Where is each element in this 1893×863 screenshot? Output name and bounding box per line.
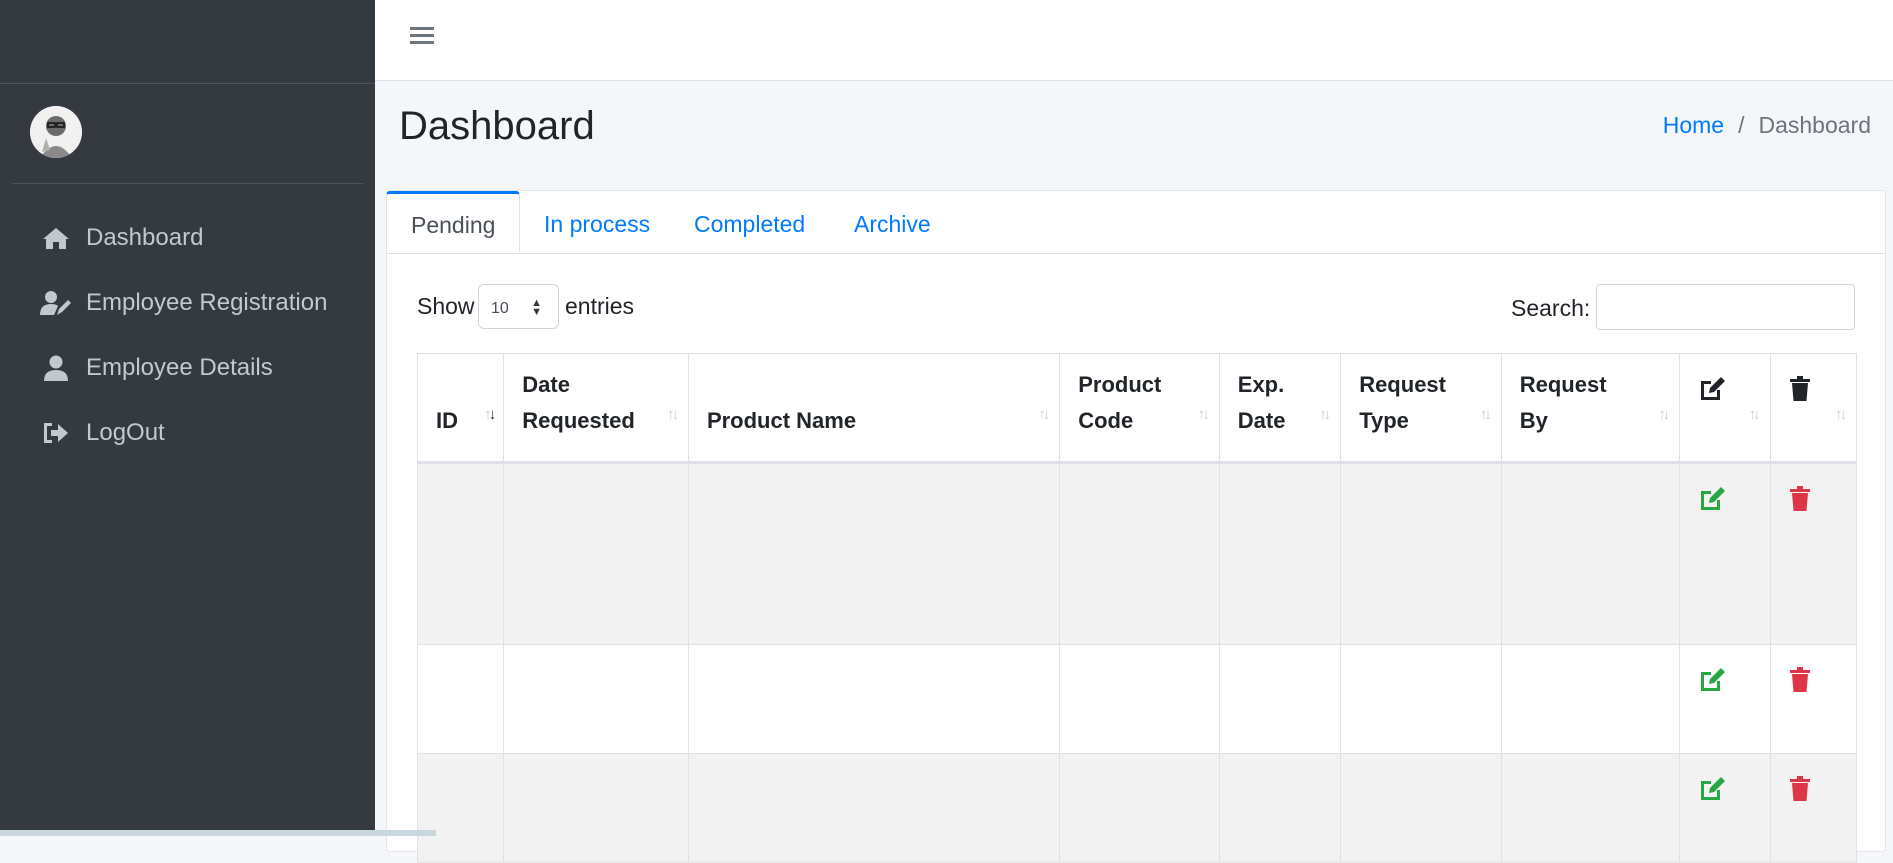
user-panel xyxy=(12,84,363,184)
cell-date-requested xyxy=(503,753,689,863)
cell-id xyxy=(416,753,505,863)
cell-edit xyxy=(1679,462,1771,645)
cell-date-requested xyxy=(503,462,689,645)
user-edit-icon xyxy=(40,289,72,317)
cell-id xyxy=(416,462,505,645)
edit-icon[interactable] xyxy=(1698,776,1726,804)
cell-request-by xyxy=(1500,753,1681,863)
sign-out-icon xyxy=(40,419,72,447)
sidebar-item-dashboard[interactable]: Dashboard xyxy=(0,205,375,270)
column-header-exp-date[interactable]: Exp. Date ↑↓ xyxy=(1218,353,1342,464)
breadcrumb-current: Dashboard xyxy=(1758,112,1871,138)
sidebar-item-label: LogOut xyxy=(86,418,165,446)
breadcrumb: Home / Dashboard xyxy=(1663,112,1871,139)
cell-edit xyxy=(1679,753,1771,863)
tab-completed[interactable]: Completed xyxy=(694,191,805,253)
sort-icon: ↑↓ xyxy=(1197,406,1210,423)
column-header-id[interactable]: ID ↑↓ xyxy=(416,353,505,464)
sidebar-item-label: Employee Details xyxy=(86,353,273,381)
search-input[interactable] xyxy=(1596,284,1855,330)
cell-product-name xyxy=(687,644,1061,754)
entries-select-value: 10 xyxy=(491,300,509,317)
tab-pending[interactable]: Pending xyxy=(386,191,521,252)
requests-table: ID ↑↓ Date Requested ↑↓ Product Name ↑↓ P… xyxy=(416,353,1858,863)
sidebar-item-label: Dashboard xyxy=(86,223,204,251)
cell-exp-date xyxy=(1218,644,1342,754)
select-arrows-icon: ▲ ▼ xyxy=(531,297,542,318)
sidebar: Dashboard Employee Registration Employee… xyxy=(0,0,375,836)
trash-icon[interactable] xyxy=(1789,486,1817,514)
sidebar-item-employee-details[interactable]: Employee Details xyxy=(0,335,375,400)
table-row xyxy=(416,644,1858,754)
cell-exp-date xyxy=(1218,462,1342,645)
cell-delete xyxy=(1769,462,1858,645)
cell-product-code xyxy=(1059,753,1220,863)
column-header-delete[interactable]: ↑↓ xyxy=(1769,353,1858,464)
cell-request-type xyxy=(1340,462,1502,645)
sidebar-nav: Dashboard Employee Registration Employee… xyxy=(0,205,375,465)
cell-request-by xyxy=(1500,644,1681,754)
cell-request-type xyxy=(1340,753,1502,863)
trash-icon xyxy=(1789,376,1810,401)
column-header-request-by[interactable]: Request By ↑↓ xyxy=(1500,353,1681,464)
cell-id xyxy=(416,644,505,754)
entries-select[interactable]: 10 ▲ ▼ xyxy=(478,284,559,329)
entries-label: entries xyxy=(565,293,635,319)
page-title: Dashboard xyxy=(399,104,595,148)
horizontal-scrollbar[interactable] xyxy=(0,830,436,836)
cell-date-requested xyxy=(503,644,689,754)
column-header-product-name[interactable]: Product Name ↑↓ xyxy=(687,353,1061,464)
sort-icon: ↑↓ xyxy=(666,406,679,423)
sort-icon: ↑↓ xyxy=(1319,406,1331,423)
top-navbar xyxy=(375,0,1893,81)
cell-exp-date xyxy=(1218,753,1342,863)
cell-request-by xyxy=(1500,462,1681,645)
home-icon xyxy=(40,224,72,252)
cell-product-name xyxy=(687,753,1061,863)
cell-product-name xyxy=(687,462,1061,645)
user-icon xyxy=(40,354,72,382)
cell-request-type xyxy=(1340,644,1502,754)
trash-icon[interactable] xyxy=(1789,776,1817,804)
user-avatar[interactable] xyxy=(30,106,82,158)
tab-bar: Pending In process Completed Archive xyxy=(386,191,1885,254)
sort-desc-icon: ↑↓ xyxy=(484,406,496,423)
cell-product-code xyxy=(1059,462,1220,645)
cell-delete xyxy=(1769,753,1858,863)
edit-icon xyxy=(1701,377,1726,400)
show-label: Show xyxy=(417,293,475,319)
sidebar-item-employee-registration[interactable]: Employee Registration xyxy=(0,270,375,335)
sort-icon: ↑↓ xyxy=(1479,406,1492,423)
sort-icon: ↑↓ xyxy=(1748,406,1761,423)
sort-icon: ↑↓ xyxy=(1835,406,1847,423)
sort-icon: ↑↓ xyxy=(1658,406,1670,423)
requests-card: Pending In process Completed Archive Sho… xyxy=(386,190,1886,863)
cell-edit xyxy=(1679,644,1771,754)
breadcrumb-home-link[interactable]: Home xyxy=(1663,112,1724,138)
sidebar-brand xyxy=(0,0,375,84)
edit-icon[interactable] xyxy=(1698,486,1726,514)
search-label: Search: xyxy=(1511,295,1591,321)
cell-delete xyxy=(1769,644,1858,754)
table-row xyxy=(416,462,1858,645)
hamburger-icon[interactable] xyxy=(410,24,434,48)
edit-icon[interactable] xyxy=(1698,667,1726,695)
column-header-request-type[interactable]: Request Type ↑↓ xyxy=(1340,353,1502,464)
table-row xyxy=(416,753,1858,863)
tab-archive[interactable]: Archive xyxy=(854,191,931,253)
breadcrumb-separator: / xyxy=(1738,112,1745,138)
cell-product-code xyxy=(1059,644,1220,754)
column-header-edit[interactable]: ↑↓ xyxy=(1679,353,1771,464)
tab-in-process[interactable]: In process xyxy=(544,191,650,253)
sort-icon: ↑↓ xyxy=(1038,406,1050,423)
table-header-row: ID ↑↓ Date Requested ↑↓ Product Name ↑↓ P… xyxy=(416,353,1858,464)
sidebar-item-label: Employee Registration xyxy=(86,288,328,316)
column-header-date-requested[interactable]: Date Requested ↑↓ xyxy=(503,353,689,464)
trash-icon[interactable] xyxy=(1789,667,1817,695)
sidebar-item-logout[interactable]: LogOut xyxy=(0,400,375,465)
column-header-product-code[interactable]: Product Code ↑↓ xyxy=(1059,353,1220,464)
